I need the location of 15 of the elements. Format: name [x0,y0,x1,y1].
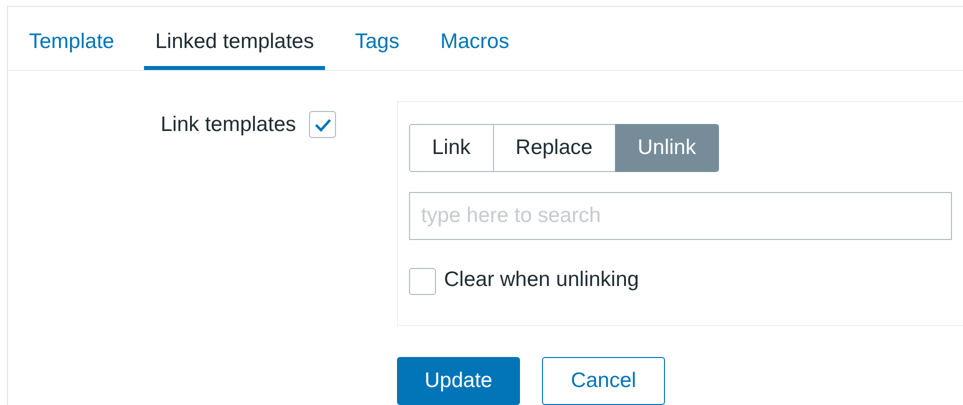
cancel-button[interactable]: Cancel [542,357,665,405]
checkbox-label: Clear when unlinking [444,268,639,292]
tab[interactable]: Tags [344,7,410,70]
mode-button[interactable]: Link [409,124,494,172]
mode-button[interactable]: Unlink [614,124,719,172]
tab[interactable]: Macros [429,7,520,70]
mode-button[interactable]: Replace [492,124,616,172]
update-button[interactable]: Update [397,357,520,405]
search-field[interactable]: type here to search [409,192,952,240]
tab[interactable]: Template [18,7,126,70]
check-icon [314,118,332,132]
field-label: Link templates [160,112,296,136]
checkbox[interactable] [409,268,436,295]
checkbox[interactable] [309,111,336,138]
tab[interactable]: Linked templates [144,7,325,70]
